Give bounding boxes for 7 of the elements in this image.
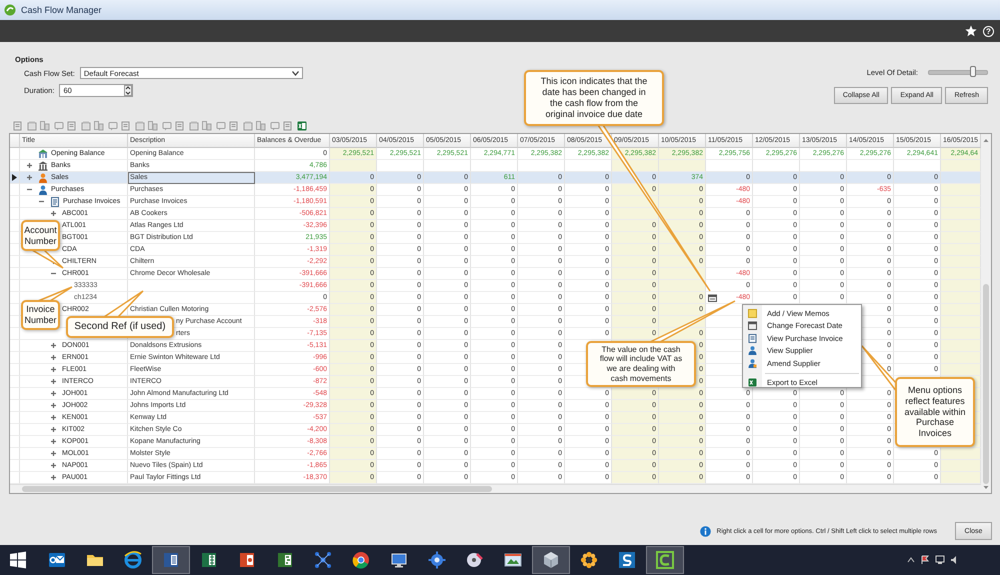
help-button[interactable]: ?	[983, 26, 994, 36]
callout: Account Number	[21, 220, 60, 251]
callout: Second Ref (if used)	[66, 316, 174, 338]
callout: This icon indicates that the date has been changed in the cash flow from the original invoice due date	[524, 70, 664, 126]
callout: The value on the cash flow will include VAT as we are dealing with cash movements	[586, 341, 696, 387]
callout: Menu options reflect features available within Purchase Invoices	[895, 377, 975, 447]
window-title: Cash Flow Manager	[21, 5, 102, 15]
